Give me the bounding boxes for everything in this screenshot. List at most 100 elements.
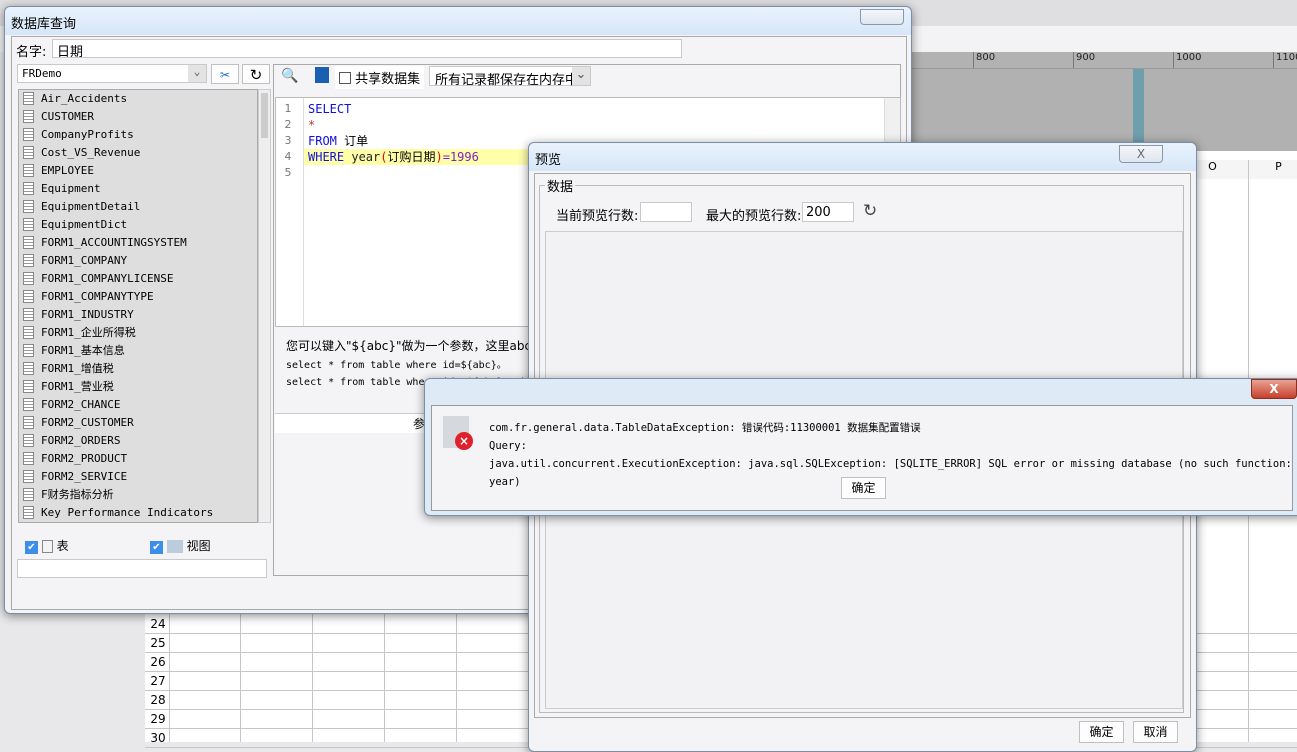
table-name: CUSTOMER — [41, 110, 94, 123]
view-icon — [166, 540, 183, 553]
dialog-title-bar[interactable]: 预览 — [529, 143, 1196, 171]
dialog-title-bar[interactable]: 数据库查询 — [5, 7, 911, 35]
line-number: 4 — [284, 150, 292, 163]
table-name: CompanyProfits — [41, 128, 134, 141]
ok-button[interactable]: 确定 — [841, 477, 886, 499]
refresh-icon[interactable]: ↻ — [242, 64, 270, 84]
search-input[interactable] — [17, 559, 267, 578]
table-icon — [23, 362, 34, 375]
table-list-item[interactable]: FORM1_增值税 — [19, 360, 257, 378]
table-icon — [23, 110, 34, 123]
table-list-item[interactable]: Key Performance Indicators — [19, 504, 257, 522]
name-input[interactable]: 日期 — [52, 39, 682, 60]
table-name: FORM1_企业所得税 — [41, 326, 136, 339]
table-list-item[interactable]: FORM2_SERVICE — [19, 468, 257, 486]
table-icon — [23, 128, 34, 141]
table-name: EMPLOYEE — [41, 164, 94, 177]
table-list-item[interactable]: Equipment — [19, 180, 257, 198]
table-list-item[interactable]: FORM1_营业税 — [19, 378, 257, 396]
table-list-item[interactable]: CompanyProfits — [19, 126, 257, 144]
table-list-item[interactable]: FORM1_COMPANY — [19, 252, 257, 270]
table-icon — [23, 218, 34, 231]
table-name: FORM1_COMPANYTYPE — [41, 290, 154, 303]
hint-text: 您可以键入"${abc}"做为一个参数，这里abc是 — [286, 339, 544, 353]
column-header-p[interactable]: P — [1248, 160, 1297, 179]
current-rows-label: 当前预览行数: — [556, 209, 639, 224]
table-list-item[interactable]: FORM1_企业所得税 — [19, 324, 257, 342]
ok-button[interactable]: 确定 — [1079, 721, 1124, 743]
sql-line: SELECT — [308, 102, 352, 116]
table-icon — [23, 452, 34, 465]
checkbox-checked[interactable]: ✔ — [25, 541, 38, 554]
line-number: 1 — [284, 102, 292, 115]
table-name: F财务指标分析 — [41, 488, 114, 501]
table-name: FORM2_SERVICE — [41, 470, 128, 483]
scrollbar[interactable] — [258, 89, 271, 523]
line-number: 3 — [284, 134, 292, 147]
max-rows-input[interactable]: 200 — [802, 202, 854, 222]
table-list-item[interactable]: CUSTOMER — [19, 108, 257, 126]
table-list-item[interactable]: F财务指标分析 — [19, 486, 257, 504]
table-list-item[interactable]: FORM2_CUSTOMER — [19, 414, 257, 432]
table-list-item[interactable]: FORM1_ACCOUNTINGSYSTEM — [19, 234, 257, 252]
tools-icon[interactable]: ✂ — [211, 64, 239, 84]
save-icon[interactable] — [315, 67, 329, 83]
table-list-item[interactable]: FORM1_INDUSTRY — [19, 306, 257, 324]
row-number: 27 — [150, 674, 166, 688]
chevron-down-icon: ⌄ — [188, 65, 206, 82]
sql-text: 订单 — [336, 134, 369, 148]
view-filter[interactable]: ✔ 视图 — [150, 537, 211, 554]
table-filter[interactable]: ✔ 表 — [25, 537, 69, 554]
table-list-item[interactable]: FORM1_COMPANYLICENSE — [19, 270, 257, 288]
table-icon — [23, 290, 34, 303]
table-list-item[interactable]: FORM2_CHANCE — [19, 396, 257, 414]
refresh-icon[interactable]: ↻ — [863, 201, 877, 221]
table-list-item[interactable]: FORM2_PRODUCT — [19, 450, 257, 468]
table-list-item[interactable]: EMPLOYEE — [19, 162, 257, 180]
table-name: FORM2_PRODUCT — [41, 452, 128, 465]
close-button[interactable]: X — [1251, 379, 1297, 399]
table-list-item[interactable]: Air_Accidents — [19, 90, 257, 108]
cache-option-select[interactable]: 所有记录都保存在内存中 ⌄ — [429, 66, 591, 88]
close-button[interactable]: X — [1119, 145, 1163, 163]
table-list-item[interactable]: EquipmentDetail — [19, 198, 257, 216]
table-list-item[interactable]: EquipmentDict — [19, 216, 257, 234]
current-rows-input[interactable] — [640, 202, 692, 222]
sql-text: 订购日期 — [387, 150, 436, 164]
error-message: com.fr.general.data.TableDataException: … — [489, 422, 921, 434]
table-list[interactable]: Air_Accidents CUSTOMER CompanyProfits Cost_… — [18, 89, 258, 523]
sql-function: year — [344, 150, 381, 164]
close-button[interactable] — [860, 9, 904, 25]
table-label: 表 — [56, 539, 69, 553]
row-number: 26 — [150, 655, 166, 669]
table-list-item[interactable]: FORM1_COMPANYTYPE — [19, 288, 257, 306]
table-icon — [41, 540, 53, 553]
error-query: Query: — [489, 440, 527, 452]
group-label: 数据 — [545, 176, 576, 195]
view-label: 视图 — [186, 539, 211, 553]
table-list-item[interactable]: FORM2_ORDERS — [19, 432, 257, 450]
preview-icon[interactable]: 🔍 — [281, 68, 298, 84]
share-dataset-checkbox[interactable]: 共享数据集 — [335, 66, 425, 89]
chevron-down-icon: ⌄ — [572, 67, 590, 85]
ruler-tick: 1100 — [1273, 52, 1297, 68]
hint-text: select * from table where id=${abc}。 — [286, 360, 507, 371]
error-dialog: X × com.fr.general.data.TableDataExcepti… — [424, 378, 1297, 516]
table-list-item[interactable]: Cost_VS_Revenue — [19, 144, 257, 162]
max-rows-label: 最大的预览行数: — [706, 209, 802, 224]
table-list-item[interactable]: FORM1_基本信息 — [19, 342, 257, 360]
table-icon — [23, 164, 34, 177]
guide-line — [1133, 69, 1144, 151]
table-icon — [23, 254, 34, 267]
table-name: EquipmentDetail — [41, 200, 141, 213]
row-number: 25 — [150, 636, 166, 650]
checkbox-checked[interactable]: ✔ — [150, 541, 163, 554]
sql-keyword: WHERE — [308, 150, 345, 164]
name-label: 名字: — [16, 45, 47, 60]
row-number: 30 — [150, 731, 166, 745]
share-dataset-label: 共享数据集 — [355, 72, 421, 87]
connection-select[interactable]: FRDemo ⌄ — [17, 64, 207, 83]
row-number: 29 — [150, 712, 166, 726]
table-icon — [23, 308, 34, 321]
cancel-button[interactable]: 取消 — [1133, 721, 1178, 743]
